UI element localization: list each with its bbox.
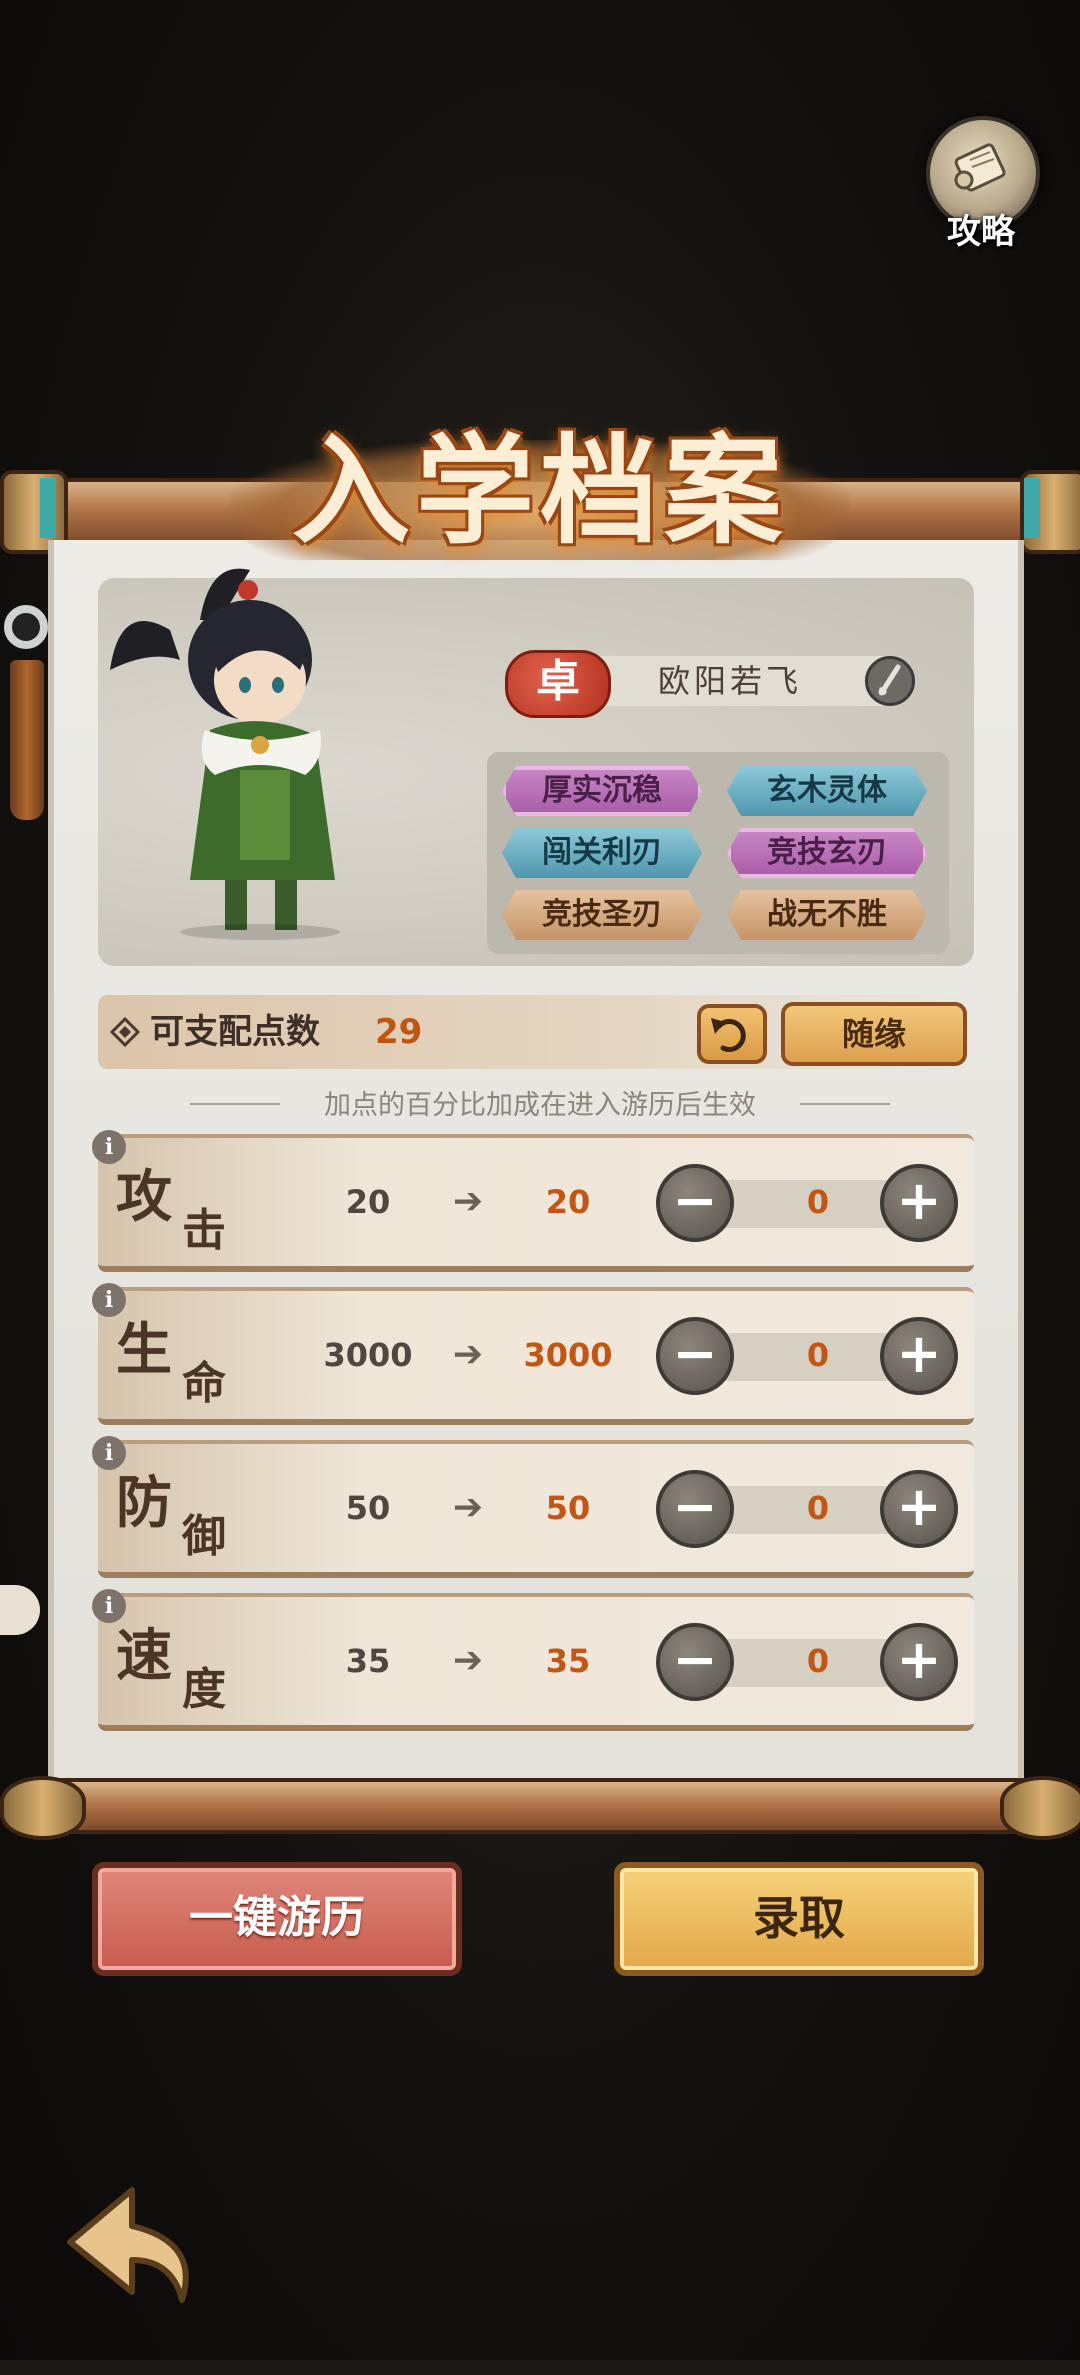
name-plate: 卓 欧阳若飞 [505,650,925,718]
back-arrow-icon[interactable] [62,2182,202,2312]
admit-button[interactable]: 录取 [614,1862,984,1976]
stepper-value: 0 [806,1336,830,1374]
plus-button[interactable]: + [880,1623,958,1701]
tassel-ornament [10,660,44,820]
stat-new-value: 35 [545,1642,591,1680]
stat-name: 生 命 [116,1301,266,1411]
scroll-bottom-rod [30,1778,1058,1834]
stat-name: 防 御 [116,1454,266,1564]
stepper-value: 0 [806,1183,830,1221]
stat-name-char: 度 [182,1664,226,1715]
trait-tag[interactable]: 竞技圣刃 [502,890,702,940]
stat-name: 速 度 [116,1607,266,1717]
stat-row-attack: i 攻 击 20 ➔ 20 0 − + [92,1130,974,1272]
trait-tag[interactable]: 战无不胜 [727,890,927,940]
stat-name: 攻 击 [116,1148,266,1258]
stat-name-char: 击 [182,1205,226,1256]
traits-panel: 厚实沉稳 玄木灵体 闯关利刃 竞技玄刃 竞技圣刃 战无不胜 [487,752,949,954]
plus-button[interactable]: + [880,1317,958,1395]
stat-base-value: 35 [345,1642,391,1680]
rename-button[interactable] [865,656,915,706]
guide-button[interactable]: 攻略 [922,112,1042,252]
guide-label: 攻略 [947,212,1015,252]
stat-name-char: 御 [182,1511,226,1562]
points-value: 29 [375,1012,423,1052]
brush-icon [878,664,901,696]
random-allocate-button[interactable]: 随缘 [781,1002,967,1066]
page-title: 入学档案 [291,421,788,560]
stepper-value: 0 [806,1642,830,1680]
stat-name-char: 命 [182,1358,226,1409]
diamond-icon [110,1017,140,1047]
scroll-bottom-cap-right [1000,1776,1080,1840]
trait-tag[interactable]: 闯关利刃 [502,828,702,878]
stat-name-char: 攻 [116,1164,172,1230]
character-name: 欧阳若飞 [657,662,802,700]
rod-jade-band-right [1024,478,1040,538]
arrow-right-icon: ➔ [452,1640,484,1681]
stat-name-char: 速 [116,1623,172,1689]
stat-row-hp: i 生 命 3000 ➔ 3000 0 − + [92,1283,974,1425]
trait-tag[interactable]: 竞技玄刃 [727,828,927,878]
points-label: 可支配点数 [150,1012,320,1052]
undo-icon [711,1018,746,1052]
arrow-right-icon: ➔ [452,1487,484,1528]
hint-divider-right [800,1103,890,1105]
stat-base-value: 50 [345,1489,391,1527]
minus-button[interactable]: − [656,1470,734,1548]
plus-button[interactable]: + [880,1470,958,1548]
stat-base-value: 3000 [323,1336,413,1374]
character-portrait [110,568,340,940]
minus-button[interactable]: − [656,1623,734,1701]
stat-base-value: 20 [345,1183,391,1221]
side-chat-tab[interactable] [0,1585,40,1635]
minus-button[interactable]: − [656,1164,734,1242]
arrow-right-icon: ➔ [452,1334,484,1375]
stepper-value: 0 [806,1489,830,1527]
stat-row-speed: i 速 度 35 ➔ 35 0 − + [92,1589,974,1731]
surname-badge: 卓 [505,650,611,718]
trait-tag[interactable]: 玄木灵体 [727,766,927,816]
stat-row-defense: i 防 御 50 ➔ 50 0 − + [92,1436,974,1578]
stat-new-value: 3000 [523,1336,613,1374]
jade-ring-ornament [4,605,48,649]
system-nav-bar [0,2360,1080,2375]
scroll-bottom-cap-left [0,1776,86,1840]
stat-name-char: 生 [116,1317,172,1383]
stat-name-char: 防 [116,1470,172,1536]
minus-button[interactable]: − [656,1317,734,1395]
arrow-right-icon: ➔ [452,1181,484,1222]
reset-points-button[interactable] [697,1004,767,1064]
plus-button[interactable]: + [880,1164,958,1242]
trait-tag[interactable]: 厚实沉稳 [502,766,702,816]
scroll-icon [954,143,1006,192]
one-click-tour-button[interactable]: 一键游历 [92,1862,462,1976]
stat-new-value: 50 [545,1489,591,1527]
rod-jade-band-left [40,478,56,538]
stat-new-value: 20 [545,1183,591,1221]
